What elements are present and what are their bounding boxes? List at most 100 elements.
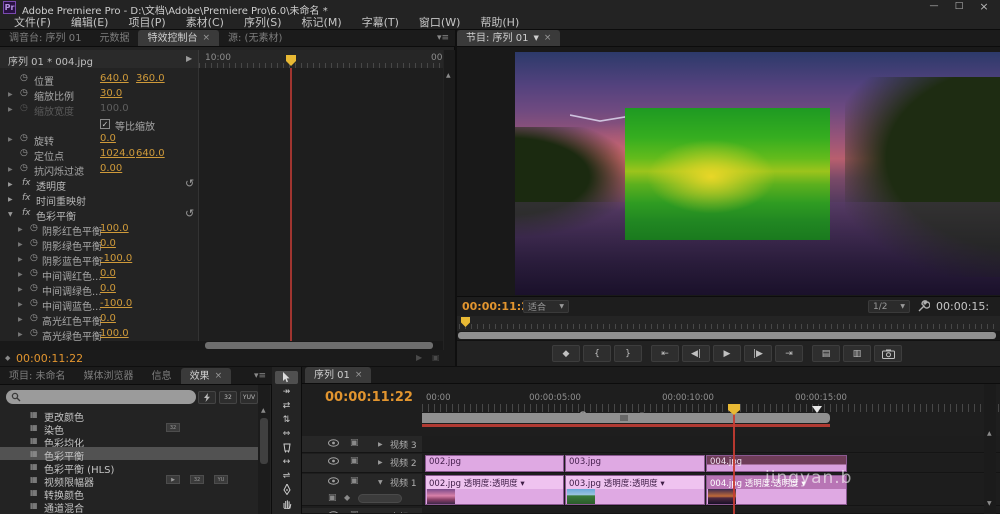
stopwatch-icon[interactable]: ◷	[20, 73, 28, 83]
add-marker-button[interactable]: ◆	[552, 345, 580, 362]
loop-icon[interactable]: ▣	[432, 353, 440, 362]
tab-效果[interactable]: 效果 ×	[180, 368, 232, 384]
effect-controls-mini-ruler[interactable]: 10:00 00:0	[198, 50, 443, 68]
razor-tool[interactable]	[275, 441, 298, 454]
effect-item-色彩平衡[interactable]: ▦ 色彩平衡	[0, 447, 258, 463]
clip-v1-body-002.jpg[interactable]	[425, 489, 564, 505]
ripple-edit-tool[interactable]: ⇄	[275, 399, 298, 412]
stopwatch-icon[interactable]: ◷	[30, 298, 38, 308]
twirl-icon[interactable]: ▶	[8, 181, 13, 188]
tab-调音台: 序列 01[interactable]: 调音台: 序列 01	[0, 30, 90, 46]
clip-v1-body-004.jpg[interactable]	[706, 489, 847, 505]
tab-元数据[interactable]: 元数据	[90, 30, 138, 46]
effect-v-scrollbar[interactable]: ▲	[444, 50, 455, 350]
twirl-icon[interactable]: ▶	[18, 286, 23, 293]
track-twirl-icon[interactable]: ▼	[378, 479, 383, 486]
track-height-slider[interactable]	[358, 494, 402, 503]
property-value[interactable]: 640.0	[136, 148, 165, 159]
minimize-button[interactable]: —	[925, 1, 943, 11]
reset-effect-icon[interactable]: ↺	[185, 207, 194, 220]
property-value[interactable]: -100.0	[100, 253, 132, 264]
menu-标记(M)[interactable]: 标记(M)	[292, 14, 352, 30]
property-value[interactable]: 30.0	[100, 88, 122, 99]
property-value[interactable]: 0.0	[100, 283, 116, 294]
close-tab-icon[interactable]: ×	[544, 31, 552, 46]
property-value[interactable]: 0.00	[100, 163, 122, 174]
twirl-icon[interactable]: ▶	[8, 136, 13, 143]
clip-v1-label-003.jpg[interactable]: 003.jpg 透明度:透明度 ▾	[565, 475, 705, 489]
track-display-style-icon[interactable]: ▣	[350, 476, 359, 486]
clip-v1-label-002.jpg[interactable]: 002.jpg 透明度:透明度 ▾	[425, 475, 564, 489]
timeline-ruler-ticks[interactable]	[422, 404, 1000, 412]
toggle-track-output-icon[interactable]	[328, 457, 339, 465]
stopwatch-icon[interactable]: ◷	[20, 103, 28, 113]
effect-timecode[interactable]: 00:00:11:22	[16, 352, 83, 365]
effect-h-scrollbar[interactable]	[0, 341, 443, 350]
property-value[interactable]: 100.0	[100, 103, 129, 114]
tab-信息[interactable]: 信息	[143, 368, 181, 384]
twirl-icon[interactable]: ▶	[18, 241, 23, 248]
mark-in-button[interactable]: {	[583, 345, 611, 362]
panel-menu-icon[interactable]: ▾≡	[437, 33, 449, 43]
timeline-v-scrollbar[interactable]: ▲ ▼	[984, 384, 996, 514]
menu-文件(F)[interactable]: 文件(F)	[4, 14, 61, 30]
twirl-icon[interactable]: ▶	[18, 256, 23, 263]
twirl-icon[interactable]: ▶	[18, 316, 23, 323]
pen-tool[interactable]	[275, 483, 298, 496]
property-value[interactable]: 0.0	[100, 238, 116, 249]
property-value[interactable]: 100.0	[100, 328, 129, 339]
reset-effect-icon[interactable]: ↺	[185, 177, 194, 190]
stopwatch-icon[interactable]: ◷	[30, 313, 38, 323]
play-audio-icon[interactable]: ▶	[416, 353, 422, 362]
twirl-icon[interactable]: ▶	[8, 166, 13, 173]
scroll-up-icon[interactable]: ▲	[987, 430, 992, 437]
step-back-button[interactable]: ◀|	[682, 345, 710, 362]
track-twirl-icon[interactable]: ▶	[378, 459, 383, 466]
effect-item-色彩均化[interactable]: ▦ 色彩均化	[0, 434, 258, 450]
tab-sequence-01[interactable]: 序列 01 ×	[305, 367, 372, 383]
property-value[interactable]: 100.0	[100, 223, 129, 234]
clip-v1-body-003.jpg[interactable]	[565, 489, 705, 505]
track-display-style-icon[interactable]: ▣	[350, 456, 359, 466]
stopwatch-icon[interactable]: ◷	[30, 283, 38, 293]
tab-源: (无素材)[interactable]: 源: (无素材)	[219, 30, 291, 46]
scroll-down-icon[interactable]: ▼	[987, 500, 992, 507]
menu-序列(S)[interactable]: 序列(S)	[234, 14, 292, 30]
menu-字幕(T)[interactable]: 字幕(T)	[352, 14, 409, 30]
set-display-style-icon[interactable]: ▣	[328, 493, 337, 503]
effects-v-scrollbar[interactable]: ▲	[258, 385, 270, 514]
effect-item-通道混合[interactable]: ▦ 通道混合	[0, 499, 258, 514]
twirl-icon[interactable]: ▶	[18, 226, 23, 233]
program-mini-ruler[interactable]	[457, 316, 1000, 331]
stopwatch-icon[interactable]: ◷	[30, 238, 38, 248]
tab-项目: 未命名[interactable]: 项目: 未命名	[0, 368, 75, 384]
twirl-icon[interactable]: ▼	[8, 211, 13, 218]
track-select-tool[interactable]: ↠	[275, 385, 298, 398]
tab-program[interactable]: 节目: 序列 01 ▼ ×	[457, 30, 561, 46]
close-tab-icon[interactable]: ×	[202, 31, 210, 46]
twirl-icon[interactable]: ▶	[8, 196, 13, 203]
yuv-effects-button[interactable]: YUV	[240, 391, 258, 404]
work-area-handle[interactable]	[620, 415, 628, 421]
close-tab-icon[interactable]: ×	[355, 368, 363, 383]
timeline-view-toggle-icon[interactable]: ▶	[186, 54, 192, 63]
playback-resolution-select[interactable]: 1/2 ▼	[868, 300, 910, 313]
effect-item-更改颜色[interactable]: ▦ 更改颜色	[0, 408, 258, 424]
effect-item-染色[interactable]: ▦ 染色 32	[0, 421, 258, 437]
stopwatch-icon[interactable]: ◷	[30, 253, 38, 263]
close-tab-icon[interactable]: ×	[215, 369, 223, 384]
clip-v2-003.jpg[interactable]: 003.jpg	[565, 455, 705, 472]
twirl-icon[interactable]: ▶	[18, 271, 23, 278]
overlay-clip-green[interactable]	[625, 108, 830, 240]
twirl-icon[interactable]: ▶	[8, 106, 13, 113]
stopwatch-icon[interactable]: ◷	[20, 133, 28, 143]
twirl-icon[interactable]: ▶	[8, 91, 13, 98]
tab-特效控制台[interactable]: 特效控制台 ×	[138, 30, 219, 46]
accelerated-effects-button[interactable]	[198, 391, 216, 404]
toggle-track-output-icon[interactable]	[328, 477, 339, 485]
track-display-style-icon[interactable]: ▣	[350, 438, 359, 448]
uniform-scale-checkbox[interactable]: ✓	[100, 119, 110, 129]
export-frame-button[interactable]	[874, 345, 902, 362]
show-keyframes-icon[interactable]: ◆	[344, 493, 350, 502]
play-button[interactable]: ▶	[713, 345, 741, 362]
